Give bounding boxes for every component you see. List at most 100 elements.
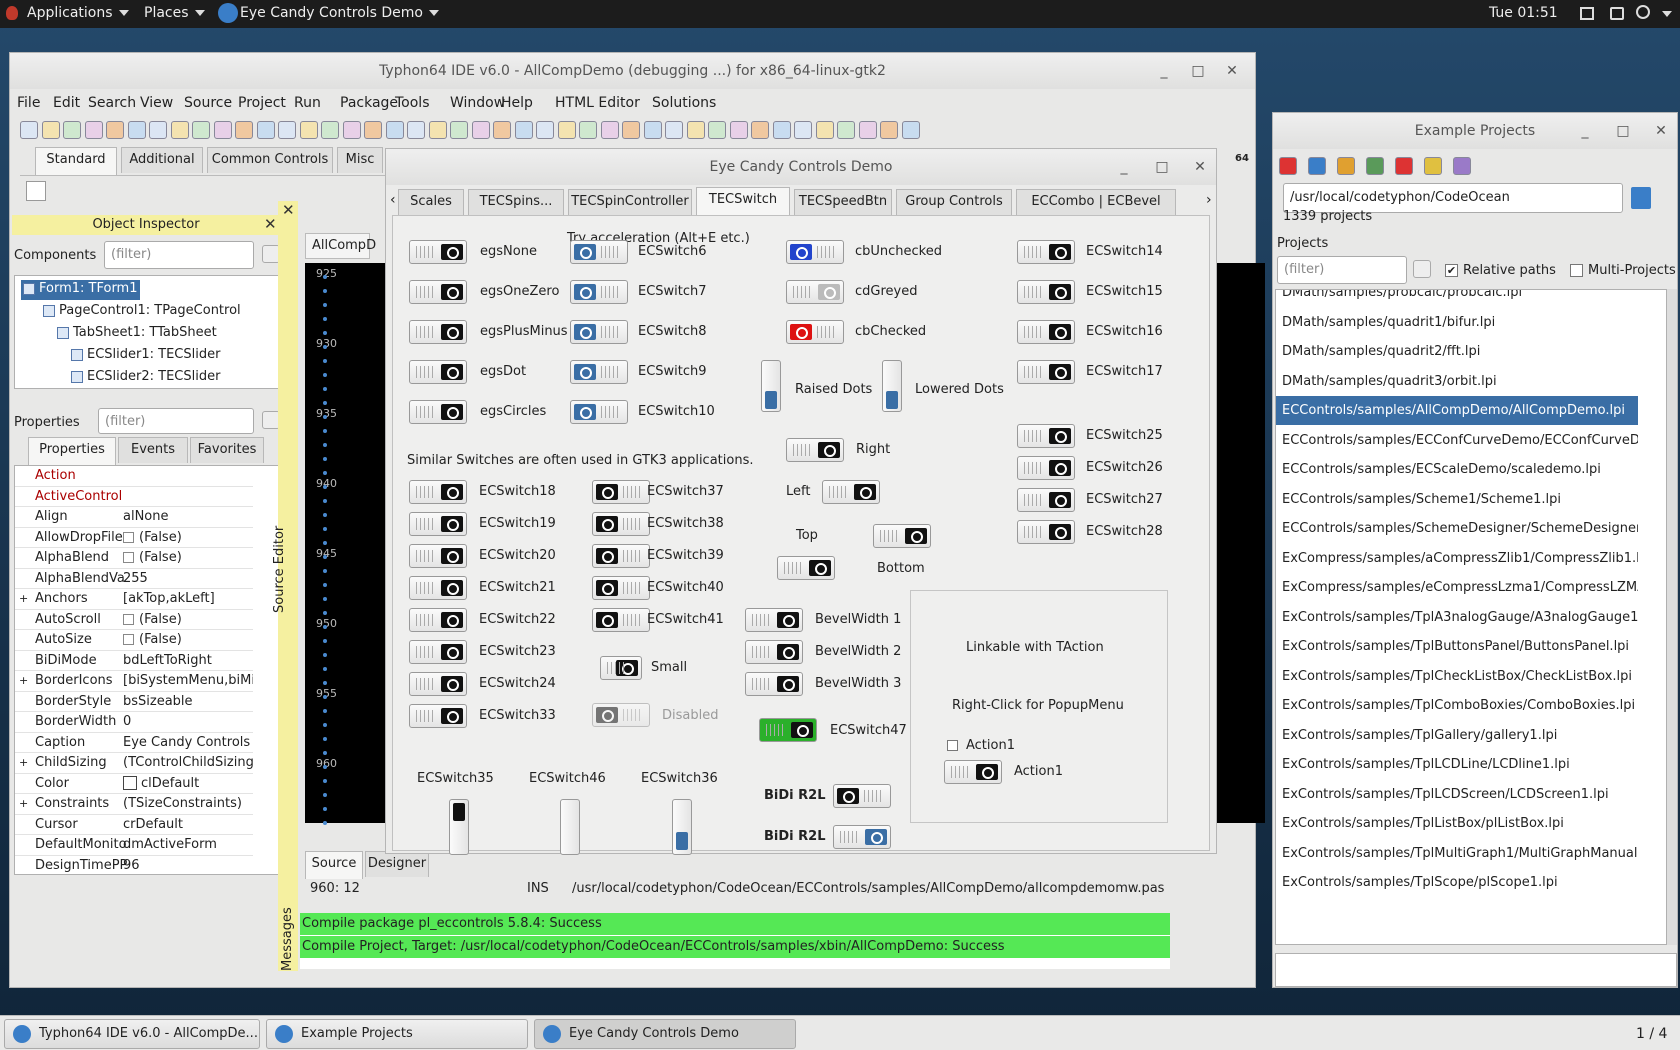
property-row[interactable]: DefaultMonito dmActiveForm	[15, 835, 253, 856]
breakpoint-dot[interactable]	[323, 345, 327, 349]
toolbar-button-icon[interactable]	[321, 121, 339, 139]
breakpoint-dot[interactable]	[323, 289, 327, 293]
breakpoint-dot[interactable]	[323, 443, 327, 447]
tree-node[interactable]: ECSlider2: TECSlider	[69, 368, 222, 388]
switch-small[interactable]	[600, 656, 642, 680]
project-item[interactable]: ExControls/samples/TplMultiGraph1/MultiG…	[1276, 839, 1638, 868]
project-item[interactable]: DMath/samples/quadrit3/orbit.lpi	[1276, 367, 1638, 396]
menu-file[interactable]: File	[17, 95, 40, 111]
clock[interactable]: Tue 01:51	[1489, 5, 1558, 21]
project-item[interactable]: DMath/samples/quadrit2/fft.lpi	[1276, 337, 1638, 366]
project-item[interactable]: ECControls/samples/Scheme1/Scheme1.lpi	[1276, 485, 1638, 514]
places-menu[interactable]: Places	[144, 5, 205, 21]
task-example-projects[interactable]: Example Projects	[266, 1019, 528, 1049]
demo-tab-tecspincontroller[interactable]: TECSpinController	[568, 189, 692, 215]
close-button[interactable]: ✕	[1218, 53, 1246, 89]
breakpoint-dot[interactable]	[323, 639, 327, 643]
property-value[interactable]: (False)	[123, 612, 253, 627]
switch-bevelwidth3[interactable]	[745, 672, 803, 696]
project-item[interactable]: ECControls/samples/ECScaleDemo/scaledemo…	[1276, 455, 1638, 484]
toolbar-button-icon[interactable]	[299, 121, 318, 139]
demo-tab-tecspins-[interactable]: TECSpins...	[468, 189, 564, 215]
project-item[interactable]: ExCompress/samples/aCompressZlib1/Compre…	[1276, 544, 1638, 573]
workspace-pager[interactable]: 1 / 4	[1636, 1026, 1667, 1042]
demo-tab-tecspeedbtn[interactable]: TECSpeedBtn	[794, 189, 892, 215]
toolbar-button-icon[interactable]	[772, 121, 791, 139]
property-checkbox[interactable]	[123, 613, 134, 625]
breakpoint-dot[interactable]	[323, 457, 327, 461]
property-value[interactable]: [akTop,akLeft]	[123, 591, 253, 606]
screen-icon[interactable]	[1580, 7, 1594, 20]
switch-ecswitch6[interactable]	[570, 240, 628, 264]
breakpoint-dot[interactable]	[323, 653, 327, 657]
switch-ecswitch21[interactable]	[409, 576, 467, 600]
task-demo[interactable]: Eye Candy Controls Demo	[534, 1019, 796, 1049]
palette-tab-misc[interactable]: Misc	[337, 147, 383, 173]
switch-ecswitch10[interactable]	[570, 400, 628, 424]
toolbar-button-icon[interactable]	[794, 121, 812, 139]
toolbar-button-icon[interactable]	[622, 121, 640, 139]
project-item[interactable]: DMath/samples/probcalc/probcalc.lpi	[1276, 290, 1638, 307]
applications-menu[interactable]: Applications	[27, 5, 129, 21]
switch-egsplusminus[interactable]	[409, 320, 467, 344]
menu-tools[interactable]: Tools	[395, 95, 430, 111]
network-icon[interactable]	[1610, 7, 1624, 20]
toolbar-button-icon[interactable]	[428, 121, 447, 139]
breakpoint-dot[interactable]	[323, 541, 327, 545]
switch-ecswitch8[interactable]	[570, 320, 628, 344]
editor-tab-designer[interactable]: Designer	[365, 851, 429, 877]
maximize-button[interactable]: □	[1184, 53, 1212, 89]
property-row[interactable]: AlphaBlend (False)	[15, 548, 253, 569]
switch-ecswitch25[interactable]	[1017, 424, 1075, 448]
property-checkbox[interactable]	[123, 531, 134, 543]
switch-ecswitch16[interactable]	[1017, 320, 1075, 344]
palette-tab-common-controls[interactable]: Common Controls	[207, 147, 333, 173]
demo-tab-eccombo-ecbevel[interactable]: ECCombo | ECBevel	[1016, 189, 1176, 215]
property-value[interactable]: alNone	[123, 509, 253, 524]
projects-filter[interactable]: (filter)	[1277, 256, 1407, 284]
project-item[interactable]: ExControls/samples/TplListBox/plListBox.…	[1276, 809, 1638, 838]
switch-ecswitch38[interactable]	[592, 512, 650, 536]
message-line-1[interactable]: Compile package pl_eccontrols 5.8.4: Suc…	[300, 913, 1170, 935]
property-value[interactable]: bsSizeable	[123, 694, 253, 709]
tree-node[interactable]: ECSlider1: TECSlider	[69, 346, 222, 366]
toolbar-button-icon[interactable]	[342, 121, 361, 139]
toolbar-button-icon[interactable]	[557, 121, 576, 139]
property-value[interactable]: 0	[123, 714, 253, 729]
menu-help[interactable]: Help	[501, 95, 533, 111]
switch-egsdot[interactable]	[409, 360, 467, 384]
toolbar-button-icon[interactable]	[213, 121, 232, 139]
ep-close-button[interactable]: ✕	[1647, 113, 1675, 149]
toolbar-button-icon[interactable]	[643, 121, 662, 139]
toolbar-button-icon[interactable]	[41, 121, 60, 139]
inspector-tab-events[interactable]: Events	[118, 437, 188, 463]
demo-maximize-button[interactable]: □	[1148, 149, 1176, 185]
toolbar-button-icon[interactable]	[149, 121, 167, 139]
breakpoint-dot[interactable]	[323, 807, 327, 811]
breakpoint-dot[interactable]	[323, 527, 327, 531]
menu-view[interactable]: View	[140, 95, 173, 111]
action1-checkbox[interactable]	[947, 740, 958, 751]
switch-ecswitch37[interactable]	[592, 480, 650, 504]
breakpoint-dot[interactable]	[323, 793, 327, 797]
ep-minimize-button[interactable]: _	[1571, 113, 1599, 149]
editor-tab-source[interactable]: Source	[305, 851, 363, 879]
project-item[interactable]: DMath/samples/quadrit1/bifur.lpi	[1276, 308, 1638, 337]
property-row[interactable]: ActiveControl	[15, 487, 253, 507]
switch-lowered-dots[interactable]	[882, 360, 902, 412]
toolbar-button-icon[interactable]	[858, 121, 877, 139]
switch-bevelwidth1[interactable]	[745, 608, 803, 632]
project-item[interactable]: ExControls/samples/TplLCDLine/LCDline1.l…	[1276, 750, 1638, 779]
toolbar-button-icon[interactable]	[63, 121, 81, 139]
switch-bevelwidth2[interactable]	[745, 640, 803, 664]
switch-egscircles[interactable]	[409, 400, 467, 424]
toolbar-button-icon[interactable]	[751, 121, 769, 139]
breakpoint-dot[interactable]	[323, 737, 327, 741]
switch-ecswitch18[interactable]	[409, 480, 467, 504]
breakpoint-dot[interactable]	[323, 485, 327, 489]
breakpoint-dot[interactable]	[323, 331, 327, 335]
property-value[interactable]: 255	[123, 571, 253, 586]
property-row[interactable]: + Anchors [akTop,akLeft]	[15, 589, 253, 610]
toolbar-button-icon[interactable]	[686, 121, 705, 139]
properties-filter[interactable]: (filter)	[98, 408, 254, 434]
